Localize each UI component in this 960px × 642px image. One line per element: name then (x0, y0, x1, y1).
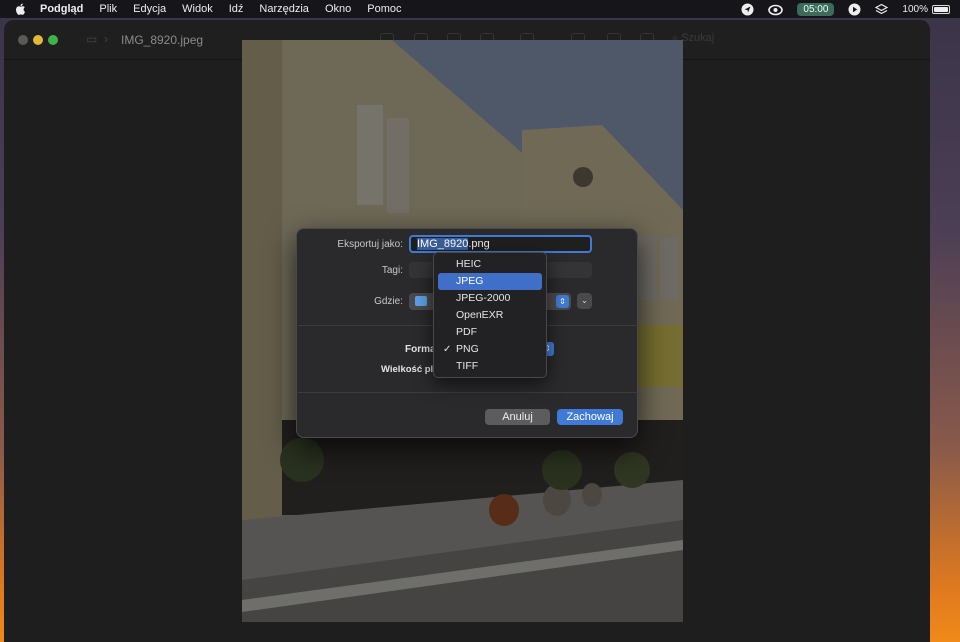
play-circle-icon[interactable] (848, 3, 861, 16)
search-placeholder: Szukaj (681, 32, 715, 44)
sidebar-toggle-icon[interactable]: ▭ (86, 32, 97, 46)
option-label: PDF (456, 326, 477, 338)
checkmark-icon: ✓ (443, 344, 452, 355)
menu-edit[interactable]: Edycja (133, 3, 166, 15)
chevron-right-icon[interactable]: › (104, 32, 108, 46)
folder-icon (415, 296, 427, 306)
option-label: JPEG (456, 275, 484, 287)
timer-pill[interactable]: 05:00 (797, 2, 835, 16)
export-as-label: Eksportuj jako: (337, 239, 403, 250)
format-option-openexr[interactable]: OpenEXR (438, 307, 542, 324)
menu-app-name[interactable]: Podgląd (40, 3, 83, 15)
option-label: OpenEXR (456, 309, 504, 321)
option-label: TIFF (456, 360, 479, 372)
minimize-button[interactable] (33, 35, 43, 45)
format-option-heic[interactable]: HEIC (438, 256, 542, 273)
save-button[interactable]: Zachowaj (557, 409, 623, 425)
battery-icon (932, 4, 950, 14)
format-label: Forma (405, 344, 436, 355)
menu-file[interactable]: Plik (99, 3, 117, 15)
tags-label: Tagi: (381, 265, 403, 276)
battery-percent: 100% (902, 3, 928, 15)
expand-browser-button[interactable]: ⌄ (577, 293, 592, 309)
location-arrow-icon[interactable] (741, 3, 754, 16)
window-title: IMG_8920.jpeg (121, 33, 204, 47)
filename-extension: .png (468, 238, 490, 250)
battery-status[interactable]: 100% (902, 4, 950, 15)
format-option-pdf[interactable]: PDF (438, 324, 542, 341)
cancel-button[interactable]: Anuluj (485, 409, 550, 425)
where-label: Gdzie: (374, 296, 403, 307)
menu-tools[interactable]: Narzędzia (259, 3, 309, 15)
menu-view[interactable]: Widok (182, 3, 213, 15)
option-label: HEIC (456, 258, 482, 270)
menu-window[interactable]: Okno (325, 3, 351, 15)
format-option-jpeg2000[interactable]: JPEG-2000 (438, 290, 542, 307)
option-label: PNG (456, 343, 479, 355)
close-button[interactable] (18, 35, 28, 45)
format-option-tiff[interactable]: TIFF (438, 358, 542, 375)
separator (298, 392, 638, 393)
format-dropdown-menu: HEIC JPEG JPEG-2000 OpenEXR PDF ✓ PNG TIF… (433, 252, 547, 378)
filename-selected-text: IMG_8920 (417, 238, 469, 250)
option-label: JPEG-2000 (456, 292, 511, 304)
creative-cloud-icon[interactable] (768, 3, 784, 16)
menu-help[interactable]: Pomoc (367, 3, 401, 15)
filename-input[interactable]: IMG_8920.png (409, 235, 592, 253)
format-option-jpeg[interactable]: JPEG (438, 273, 542, 290)
menu-bar: Podgląd Plik Edycja Widok Idź Narzędzia … (0, 0, 960, 18)
layers-icon[interactable] (875, 3, 889, 16)
updown-chevron-icon: ⇕ (556, 295, 569, 308)
zoom-button[interactable] (48, 35, 58, 45)
menu-go[interactable]: Idź (229, 3, 244, 15)
apple-icon[interactable] (14, 2, 28, 16)
format-option-png[interactable]: ✓ PNG (438, 341, 542, 358)
